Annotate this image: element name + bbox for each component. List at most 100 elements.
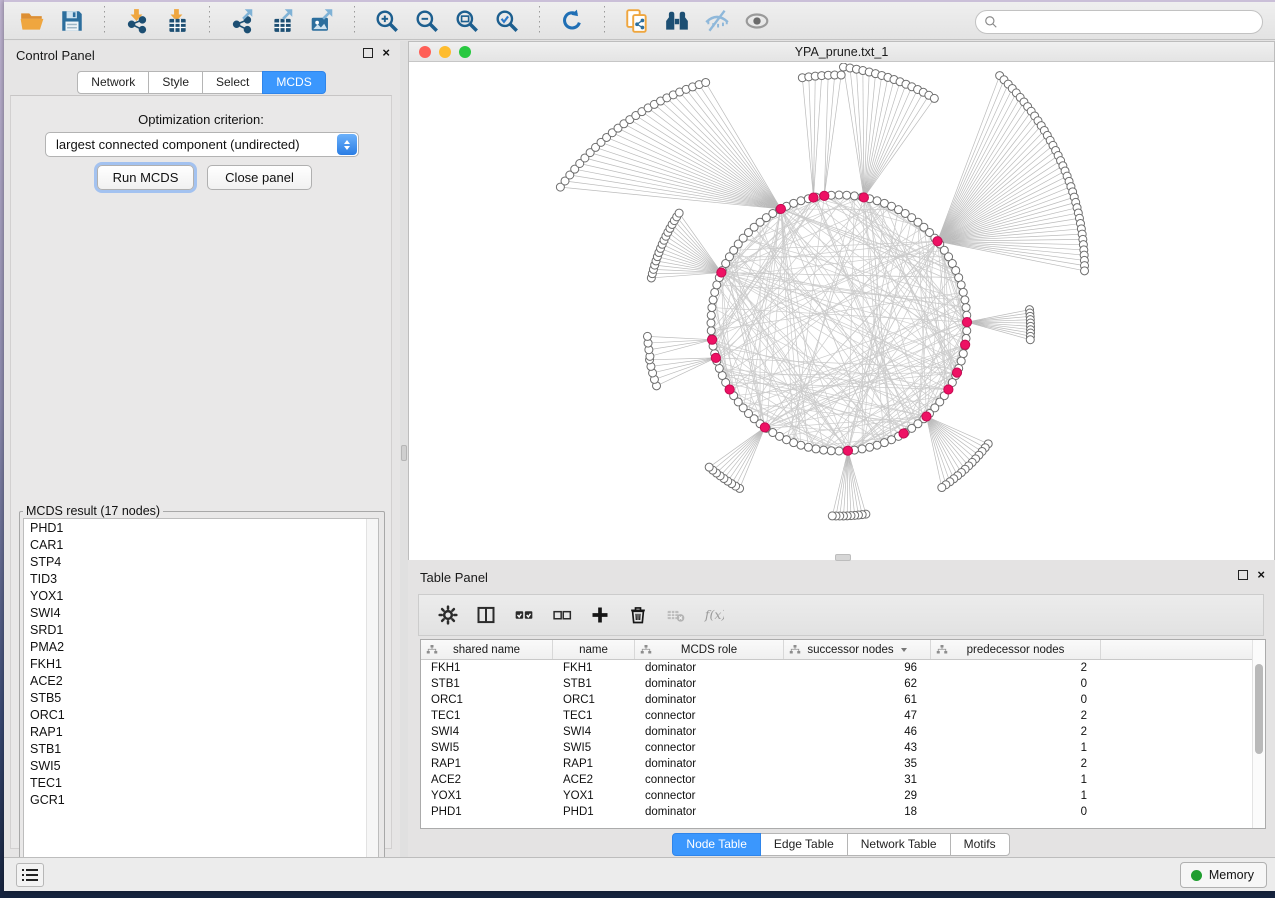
table-row-swi4[interactable]: SWI4SWI4dominator462 xyxy=(421,725,1253,741)
ring-node[interactable] xyxy=(835,191,843,199)
ring-node[interactable] xyxy=(707,319,715,327)
run-mcds-button[interactable]: Run MCDS xyxy=(97,165,194,190)
dominator-node[interactable] xyxy=(859,193,868,202)
mcds-result-item[interactable]: TID3 xyxy=(24,570,378,587)
ring-node[interactable] xyxy=(873,197,881,205)
table-row-tec1[interactable]: TEC1TEC1connector472 xyxy=(421,709,1253,725)
ring-node[interactable] xyxy=(850,192,858,200)
leaf-node[interactable] xyxy=(702,78,710,86)
leaf-node[interactable] xyxy=(643,332,651,340)
dominator-node[interactable] xyxy=(707,335,716,344)
mcds-result-item[interactable]: STB5 xyxy=(24,689,378,706)
mcds-result-item[interactable]: GCR1 xyxy=(24,791,378,808)
dominator-node[interactable] xyxy=(760,423,769,432)
dominator-node[interactable] xyxy=(899,429,908,438)
column-header-successor-nodes[interactable]: successor nodes xyxy=(784,640,931,659)
dominator-node[interactable] xyxy=(820,191,829,200)
ring-node[interactable] xyxy=(820,446,828,454)
ring-node[interactable] xyxy=(812,445,820,453)
ring-node[interactable] xyxy=(858,445,866,453)
table-scrollbar-thumb[interactable] xyxy=(1255,664,1263,754)
mcds-result-item[interactable]: SWI4 xyxy=(24,604,378,621)
ring-node[interactable] xyxy=(708,304,716,312)
float-table-panel-icon[interactable] xyxy=(1238,570,1248,580)
ring-node[interactable] xyxy=(827,447,835,455)
ring-node[interactable] xyxy=(804,443,812,451)
leaf-node[interactable] xyxy=(938,484,946,492)
tab-edge-table[interactable]: Edge Table xyxy=(760,833,848,856)
save-button[interactable] xyxy=(52,5,92,37)
mcds-result-item[interactable]: RAP1 xyxy=(24,723,378,740)
ring-node[interactable] xyxy=(957,357,965,365)
column-header-mcds-role[interactable]: MCDS role xyxy=(635,640,784,659)
mcds-result-item[interactable]: PMA2 xyxy=(24,638,378,655)
refresh-button[interactable] xyxy=(552,5,592,37)
table-row-rap1[interactable]: RAP1RAP1dominator352 xyxy=(421,757,1253,773)
dominator-node[interactable] xyxy=(952,368,961,377)
mcds-result-item[interactable]: FKH1 xyxy=(24,655,378,672)
ring-node[interactable] xyxy=(715,364,723,372)
mcds-result-item[interactable]: TEC1 xyxy=(24,774,378,791)
ring-node[interactable] xyxy=(797,197,805,205)
close-table-panel-icon[interactable]: × xyxy=(1257,570,1265,580)
column-header-name[interactable]: name xyxy=(553,640,635,659)
dominator-node[interactable] xyxy=(717,268,726,277)
tab-style[interactable]: Style xyxy=(148,71,203,94)
close-panel-icon[interactable]: × xyxy=(382,48,390,58)
ring-node[interactable] xyxy=(880,439,888,447)
ring-node[interactable] xyxy=(843,191,851,199)
ring-node[interactable] xyxy=(866,443,874,451)
ring-node[interactable] xyxy=(797,441,805,449)
table-row-yox1[interactable]: YOX1YOX1connector291 xyxy=(421,789,1253,805)
ring-node[interactable] xyxy=(957,281,965,289)
dominator-node[interactable] xyxy=(922,412,931,421)
dominator-node[interactable] xyxy=(962,318,971,327)
ring-node[interactable] xyxy=(713,281,721,289)
tab-select[interactable]: Select xyxy=(202,71,263,94)
dominator-node[interactable] xyxy=(944,385,953,394)
ring-node[interactable] xyxy=(961,296,969,304)
export-image-button[interactable] xyxy=(302,5,342,37)
dominator-node[interactable] xyxy=(933,237,942,246)
import-table-button[interactable] xyxy=(157,5,197,37)
dominator-node[interactable] xyxy=(809,193,818,202)
vertical-splitter[interactable] xyxy=(400,41,408,857)
zoom-selected-button[interactable] xyxy=(487,5,527,37)
ring-node[interactable] xyxy=(707,311,715,319)
table-row-stb1[interactable]: STB1STB1dominator620 xyxy=(421,677,1253,693)
table-row-phd1[interactable]: PHD1PHD1dominator180 xyxy=(421,805,1253,821)
leaf-node[interactable] xyxy=(930,94,938,102)
search-input[interactable] xyxy=(998,12,1262,32)
split-panel-button[interactable] xyxy=(467,600,505,630)
dominator-node[interactable] xyxy=(725,385,734,394)
ring-node[interactable] xyxy=(790,199,798,207)
copy-view-button[interactable] xyxy=(617,5,657,37)
mcds-result-item[interactable]: ACE2 xyxy=(24,672,378,689)
mcds-result-item[interactable]: STP4 xyxy=(24,553,378,570)
task-history-button[interactable] xyxy=(16,863,44,887)
ring-node[interactable] xyxy=(711,288,719,296)
horizontal-splitter-handle[interactable] xyxy=(835,554,851,561)
dominator-node[interactable] xyxy=(961,340,970,349)
add-button[interactable] xyxy=(581,600,619,630)
column-header-shared-name[interactable]: shared name xyxy=(421,640,553,659)
dominator-node[interactable] xyxy=(776,204,785,213)
ring-node[interactable] xyxy=(959,350,967,358)
mcds-result-item[interactable]: ORC1 xyxy=(24,706,378,723)
tab-network-table[interactable]: Network Table xyxy=(847,833,951,856)
ring-node[interactable] xyxy=(963,327,971,335)
close-panel-button[interactable]: Close panel xyxy=(207,165,312,190)
dominator-node[interactable] xyxy=(843,446,852,455)
mcds-result-item[interactable]: PHD1 xyxy=(24,519,378,536)
memory-button[interactable]: Memory xyxy=(1180,862,1267,888)
leaf-node[interactable] xyxy=(675,209,683,217)
ring-node[interactable] xyxy=(959,288,967,296)
table-row-fkh1[interactable]: FKH1FKH1dominator962 xyxy=(421,661,1253,677)
show-all-button[interactable] xyxy=(737,5,777,37)
mcds-list-scrollbar[interactable] xyxy=(366,519,378,865)
ring-node[interactable] xyxy=(709,296,717,304)
optimization-criterion-select[interactable]: largest connected component (undirected) xyxy=(45,132,359,157)
leaf-node[interactable] xyxy=(705,463,713,471)
deselect-all-button[interactable] xyxy=(543,600,581,630)
dominator-node[interactable] xyxy=(711,353,720,362)
